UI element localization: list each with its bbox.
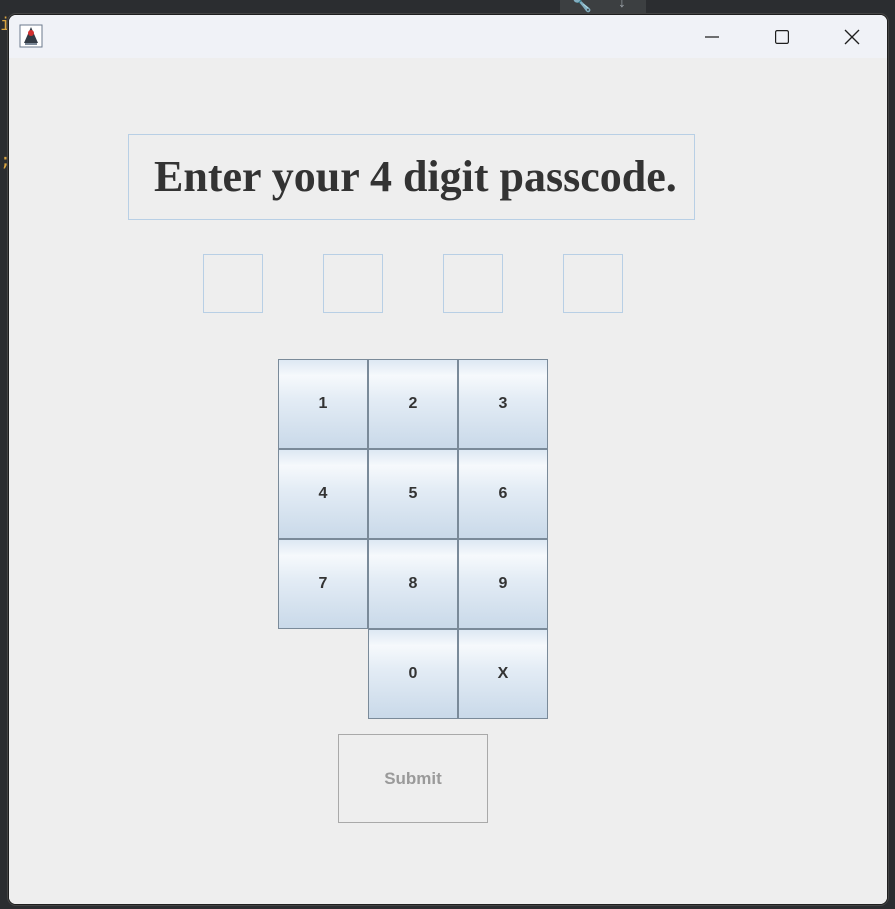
key-8-button[interactable]: 8 — [368, 539, 458, 629]
maximize-icon — [775, 29, 789, 44]
submit-button[interactable]: Submit — [338, 734, 488, 823]
digit-field-3[interactable] — [443, 254, 503, 313]
key-2-button[interactable]: 2 — [368, 359, 458, 449]
key-0-button[interactable]: 0 — [368, 629, 458, 719]
clear-button[interactable]: X — [458, 629, 548, 719]
digit-field-1[interactable] — [203, 254, 263, 313]
title-bar[interactable] — [9, 15, 887, 58]
prompt-text: Enter your 4 digit passcode. — [154, 152, 677, 201]
java-duke-icon — [19, 24, 43, 48]
app-window: Enter your 4 digit passcode. 1 2 3 4 5 6… — [8, 14, 888, 905]
maximize-button[interactable] — [747, 15, 817, 58]
prompt-field: Enter your 4 digit passcode. — [128, 134, 695, 220]
minimize-button[interactable] — [677, 15, 747, 58]
key-4-button[interactable]: 4 — [278, 449, 368, 539]
wrench-icon: 🔧 — [572, 0, 592, 13]
digit-field-4[interactable] — [563, 254, 623, 313]
minimize-icon — [705, 30, 719, 44]
key-1-button[interactable]: 1 — [278, 359, 368, 449]
close-icon — [844, 29, 860, 45]
key-9-button[interactable]: 9 — [458, 539, 548, 629]
key-3-button[interactable]: 3 — [458, 359, 548, 449]
key-7-button[interactable]: 7 — [278, 539, 368, 629]
key-5-button[interactable]: 5 — [368, 449, 458, 539]
close-button[interactable] — [817, 15, 887, 58]
key-6-button[interactable]: 6 — [458, 449, 548, 539]
digit-field-2[interactable] — [323, 254, 383, 313]
arrow-down-icon: ↓ — [618, 0, 626, 11]
passcode-panel: Enter your 4 digit passcode. 1 2 3 4 5 6… — [9, 58, 887, 904]
